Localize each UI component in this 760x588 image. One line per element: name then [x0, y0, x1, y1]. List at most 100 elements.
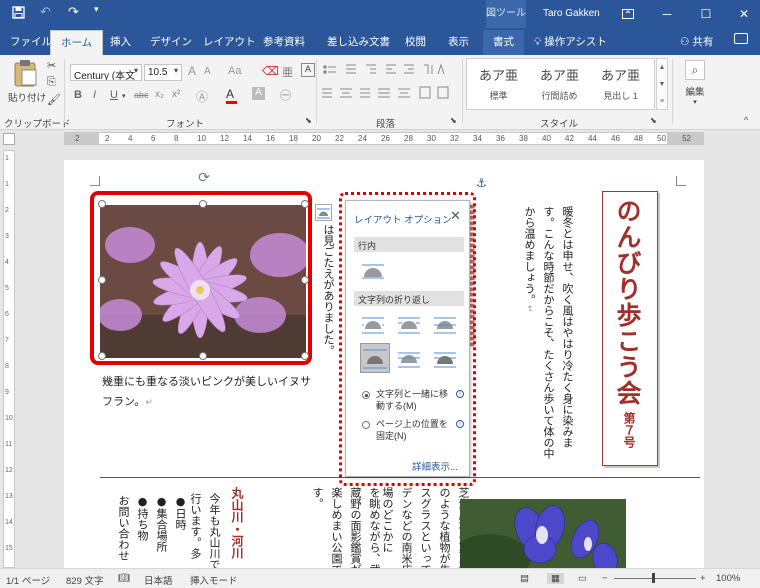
tab-review[interactable]: 校閲 [405, 34, 426, 49]
insert-mode[interactable]: 挿入モード [190, 573, 238, 587]
move-with-text-radio[interactable] [362, 391, 370, 399]
font-size-dropdown-icon[interactable]: ▾ [174, 66, 178, 75]
zoom-slider-thumb[interactable] [652, 573, 655, 583]
superscript-button[interactable]: x² [172, 89, 180, 100]
resize-handle[interactable] [301, 352, 309, 360]
layout-options-panel: レイアウト オプション ✕ 行内 文字列の折り返し 文字列と一緒に移動する(M)… [345, 200, 470, 477]
customize-qat-icon[interactable]: ▾ [94, 4, 99, 15]
tab-references[interactable]: 参考資料 [263, 34, 305, 49]
zoom-level[interactable]: 100% [716, 573, 740, 584]
fix-position-radio[interactable] [362, 421, 370, 429]
close-window-icon[interactable]: ✕ [731, 4, 757, 24]
enclose-char-icon[interactable]: A [301, 63, 315, 77]
resize-handle[interactable] [98, 276, 106, 284]
strikethrough-button[interactable]: abc [134, 90, 149, 100]
shrink-font-button[interactable]: A [204, 66, 211, 77]
tab-mailings[interactable]: 差し込み文書 [327, 34, 390, 49]
blue-flower-photo[interactable] [460, 499, 626, 570]
wrap-in-front-icon[interactable] [432, 347, 458, 371]
font-dialog-launcher-icon[interactable]: ⬊ [305, 116, 312, 125]
user-name[interactable]: Taro Gakken [543, 8, 600, 19]
comments-icon[interactable] [734, 33, 748, 44]
resize-handle[interactable] [199, 352, 207, 360]
zoom-slider[interactable] [614, 578, 696, 579]
editing-button[interactable]: ⌕ 編集 ▾ [676, 58, 714, 108]
zoom-out-icon[interactable]: − [602, 573, 608, 584]
style-no-spacing[interactable]: あア亜 行間詰め [530, 61, 589, 107]
font-name-combo[interactable]: Century (本文 [70, 64, 142, 81]
resize-handle[interactable] [301, 276, 309, 284]
print-layout-icon[interactable]: ▦ [547, 573, 564, 584]
ribbon-display-options-icon[interactable] [615, 4, 641, 24]
picture-tools-label: 図ツール [486, 0, 526, 28]
wrap-square-icon[interactable] [360, 313, 386, 337]
paste-button[interactable]: 貼り付け [8, 59, 46, 104]
info-icon[interactable]: i [456, 420, 464, 428]
cut-icon[interactable]: ✂ [47, 59, 56, 72]
vertical-ruler[interactable]: 1 1 2 3 4 5 6 7 8 9 10 11 12 13 14 15 [3, 150, 15, 568]
share-button[interactable]: ⚇ 共有 [680, 34, 713, 49]
style-normal[interactable]: あア亜 標準 [469, 61, 528, 107]
styles-dialog-launcher-icon[interactable]: ⬊ [650, 116, 657, 125]
tab-home[interactable]: ホーム [50, 30, 104, 55]
minimize-icon[interactable]: ─ [654, 4, 680, 24]
read-mode-icon[interactable]: ▤ [520, 573, 529, 584]
zoom-in-icon[interactable]: + [700, 573, 706, 584]
font-color-button[interactable]: A [226, 87, 237, 104]
wrap-inline-icon[interactable] [360, 259, 386, 283]
page-count[interactable]: 1/1 ページ [6, 573, 50, 587]
maximize-icon[interactable]: ☐ [693, 4, 719, 24]
wrap-through-icon[interactable] [432, 313, 458, 337]
wrap-tight-icon[interactable] [396, 313, 422, 337]
subscript-button[interactable]: x₂ [155, 89, 164, 100]
resize-handle[interactable] [98, 200, 106, 208]
language[interactable]: 日本語 [144, 573, 173, 587]
tab-view[interactable]: 表示 [448, 34, 469, 49]
underline-dropdown-icon[interactable]: ▾ [122, 92, 126, 100]
word-count[interactable]: 829 文字 [66, 573, 104, 587]
vruler-tick-label: 12 [5, 467, 13, 474]
info-icon[interactable]: i [456, 390, 464, 398]
redo-icon[interactable]: ↷ [68, 4, 79, 20]
web-layout-icon[interactable]: ▭ [578, 573, 587, 584]
bold-button[interactable]: B [74, 89, 82, 101]
close-icon[interactable]: ✕ [450, 208, 461, 224]
copy-icon[interactable]: ⎘ [47, 76, 56, 89]
resize-handle[interactable] [199, 200, 207, 208]
wrap-behind-text-icon[interactable] [396, 347, 422, 371]
collapse-ribbon-icon[interactable]: ^ [744, 115, 748, 125]
tab-layout[interactable]: レイアウト [203, 34, 256, 49]
title-textbox[interactable]: のんびり歩こう会 第７号 [602, 191, 658, 466]
see-more-link[interactable]: 詳細表示... [412, 459, 458, 473]
styles-scroll[interactable]: ▲ ▼ ≡ [656, 58, 668, 110]
font-name-dropdown-icon[interactable]: ▾ [134, 66, 138, 75]
enclosed-alnum-icon[interactable]: ㊀ [280, 87, 291, 103]
horizontal-ruler[interactable]: 2 52 2 4 6 8 10 12 14 16 18 20 22 24 26 28 30 32 34 36 38 4… [64, 132, 704, 145]
text-effects-icon[interactable]: Ⓐ [196, 88, 208, 105]
layout-options-button[interactable] [315, 204, 332, 221]
resize-handle[interactable] [98, 352, 106, 360]
rotate-handle-icon[interactable]: ⟳ [195, 168, 213, 186]
undo-icon[interactable]: ↶ [40, 4, 51, 20]
char-shading-button[interactable]: A [252, 87, 265, 100]
paragraph-icons[interactable] [320, 61, 460, 111]
clear-format-icon[interactable]: ⌫ [262, 64, 279, 78]
tab-file[interactable]: ファイル [10, 34, 52, 49]
tab-insert[interactable]: 挿入 [110, 34, 131, 49]
change-case-button[interactable]: Aa [228, 65, 241, 77]
wrap-top-bottom-icon[interactable] [360, 343, 390, 373]
format-painter-icon[interactable]: 🖌︎ [47, 93, 61, 106]
underline-button[interactable]: U [110, 89, 118, 101]
tell-me-search[interactable]: 💡︎ 操作アシスト [534, 34, 607, 49]
save-icon[interactable] [12, 6, 25, 22]
style-heading-1[interactable]: あア亜 見出し 1 [591, 61, 650, 107]
phonetic-guide-icon[interactable]: 亜 [282, 64, 293, 80]
italic-button[interactable]: I [93, 89, 96, 101]
tab-format[interactable]: 書式 [483, 30, 524, 55]
grow-font-button[interactable]: A [188, 64, 196, 78]
tab-selector[interactable] [3, 133, 15, 145]
tab-design[interactable]: デザイン [150, 34, 192, 49]
resize-handle[interactable] [301, 200, 309, 208]
paragraph-dialog-launcher-icon[interactable]: ⬊ [450, 116, 457, 125]
proofing-icon[interactable]: 📖︎ [118, 573, 130, 584]
